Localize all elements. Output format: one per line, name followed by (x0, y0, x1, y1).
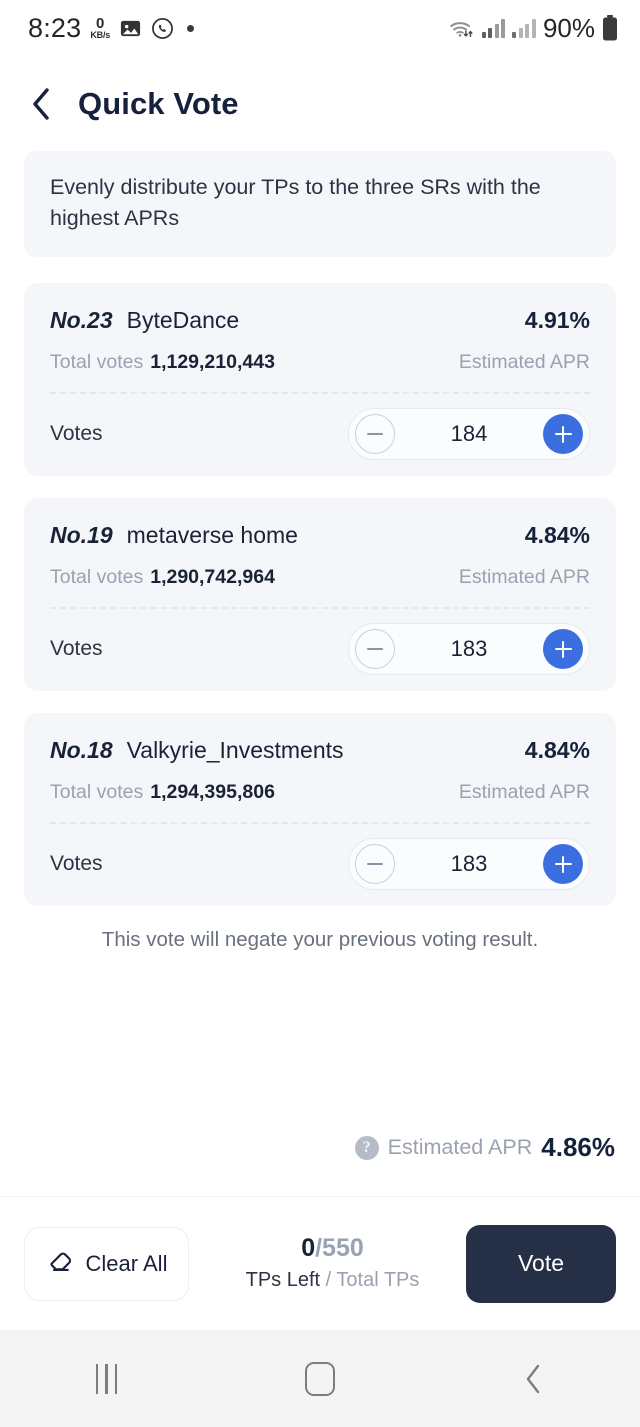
eraser-icon (46, 1246, 76, 1281)
estimated-apr-label: Estimated APR (458, 351, 590, 374)
status-bar-left: 8:23 0 KB/s (28, 12, 195, 44)
votes-row: Votes 184 (50, 394, 590, 461)
total-votes-value: 1,294,395,806 (150, 781, 275, 804)
page-title: Quick Vote (78, 86, 239, 121)
votes-input[interactable]: 183 (395, 851, 543, 877)
dot-indicator (187, 24, 195, 32)
info-banner-text: Evenly distribute your TPs to the three … (50, 175, 541, 230)
wifi-icon (448, 18, 475, 39)
status-bar: 8:23 0 KB/s 90% (0, 0, 640, 56)
tps-left-label: TPs Left (245, 1269, 326, 1292)
estimated-apr-label: Estimated APR (458, 566, 590, 589)
votes-row: Votes 183 (50, 824, 590, 891)
sr-card-subrow: Total votes 1,129,210,443 Estimated APR (50, 351, 590, 374)
minus-icon[interactable] (355, 844, 395, 885)
sr-card-header: No.19 metaverse home 4.84% (50, 522, 590, 549)
recents-icon[interactable] (0, 1363, 213, 1394)
battery-icon (602, 15, 618, 41)
clear-all-label: Clear All (85, 1250, 168, 1276)
network-speed-unit: KB/s (90, 30, 111, 40)
sr-card-subrow: Total votes 1,290,742,964 Estimated APR (50, 566, 590, 589)
total-votes-value: 1,290,742,964 (150, 566, 275, 589)
votes-input[interactable]: 184 (395, 421, 543, 447)
plus-icon[interactable] (543, 844, 583, 885)
status-time: 8:23 (28, 12, 82, 43)
vote-button[interactable]: Vote (466, 1224, 616, 1303)
back-chevron-icon[interactable] (24, 87, 58, 121)
sr-name: Valkyrie_Investments (126, 737, 344, 764)
votes-label: Votes (50, 637, 103, 661)
sr-rank: No.23 (50, 307, 113, 334)
sr-identity: No.23 ByteDance (50, 307, 239, 334)
page-header: Quick Vote (0, 56, 640, 148)
home-icon[interactable] (213, 1361, 426, 1396)
status-bar-right: 90% (448, 13, 618, 44)
vote-warning-note: This vote will negate your previous voti… (101, 928, 539, 952)
votes-stepper[interactable]: 184 (348, 408, 590, 461)
votes-stepper[interactable]: 183 (348, 623, 590, 676)
whatsapp-icon (151, 17, 174, 40)
sr-identity: No.19 metaverse home (50, 522, 298, 549)
sr-identity: No.18 Valkyrie_Investments (50, 737, 344, 764)
total-votes-group: Total votes 1,129,210,443 (50, 351, 275, 374)
total-votes-value: 1,129,210,443 (150, 351, 275, 374)
bottom-action-bar: Clear All 0/550 TPs Left / Total TPs Vot… (0, 1196, 640, 1330)
total-votes-label: Total votes (50, 781, 144, 804)
sr-card-list: No.23 ByteDance 4.91% Total votes 1,129,… (0, 283, 640, 907)
estimated-apr-summary-label: Estimated APR (387, 1135, 533, 1159)
total-votes-label: Total votes (50, 566, 144, 589)
estimated-apr-label: Estimated APR (458, 781, 590, 804)
tps-left-value: 0 (301, 1233, 316, 1262)
sr-name: ByteDance (126, 307, 240, 334)
votes-label: Votes (50, 422, 103, 446)
sr-rank: No.18 (50, 737, 113, 764)
estimated-apr-summary: ? Estimated APR 4.86% (354, 1132, 615, 1163)
sr-card-subrow: Total votes 1,294,395,806 Estimated APR (50, 781, 590, 804)
sr-rank: No.19 (50, 522, 113, 549)
votes-row: Votes 183 (50, 609, 590, 676)
sr-card[interactable]: No.19 metaverse home 4.84% Total votes 1… (24, 498, 616, 692)
sr-apr-value: 4.84% (524, 737, 590, 764)
minus-icon[interactable] (355, 414, 395, 455)
tps-total-label: / Total TPs (325, 1269, 420, 1292)
total-votes-group: Total votes 1,290,742,964 (50, 566, 275, 589)
sr-card-header: No.18 Valkyrie_Investments 4.84% (50, 737, 590, 764)
sr-name: metaverse home (126, 522, 298, 549)
minus-icon[interactable] (355, 629, 395, 670)
total-votes-group: Total votes 1,294,395,806 (50, 781, 275, 804)
sr-card-header: No.23 ByteDance 4.91% (50, 307, 590, 334)
back-icon[interactable] (427, 1362, 640, 1396)
sr-card[interactable]: No.18 Valkyrie_Investments 4.84% Total v… (24, 713, 616, 907)
tps-numbers: 0/550 (301, 1233, 364, 1263)
votes-input[interactable]: 183 (395, 636, 543, 662)
network-speed-value: 0 (96, 15, 105, 32)
info-banner: Evenly distribute your TPs to the three … (24, 151, 616, 258)
image-icon (119, 17, 142, 40)
total-votes-label: Total votes (50, 351, 144, 374)
votes-stepper[interactable]: 183 (348, 838, 590, 891)
estimated-apr-summary-value: 4.86% (541, 1132, 615, 1162)
plus-icon[interactable] (543, 414, 583, 455)
android-nav-bar (0, 1330, 640, 1427)
signal-bars-secondary-icon (512, 18, 536, 38)
sr-apr-value: 4.91% (524, 307, 590, 334)
network-speed-indicator: 0 KB/s (90, 16, 110, 40)
sr-apr-value: 4.84% (524, 522, 590, 549)
plus-icon[interactable] (543, 629, 583, 670)
tps-total-value: /550 (315, 1233, 364, 1262)
help-icon[interactable]: ? (354, 1135, 379, 1160)
clear-all-button[interactable]: Clear All (24, 1226, 189, 1301)
tps-caption: TPs Left / Total TPs (246, 1269, 420, 1292)
tps-counter: 0/550 TPs Left / Total TPs (199, 1233, 466, 1293)
battery-percent-label: 90% (542, 12, 595, 43)
signal-bars-icon (481, 18, 506, 38)
sr-card[interactable]: No.23 ByteDance 4.91% Total votes 1,129,… (24, 283, 616, 477)
votes-label: Votes (50, 852, 103, 876)
